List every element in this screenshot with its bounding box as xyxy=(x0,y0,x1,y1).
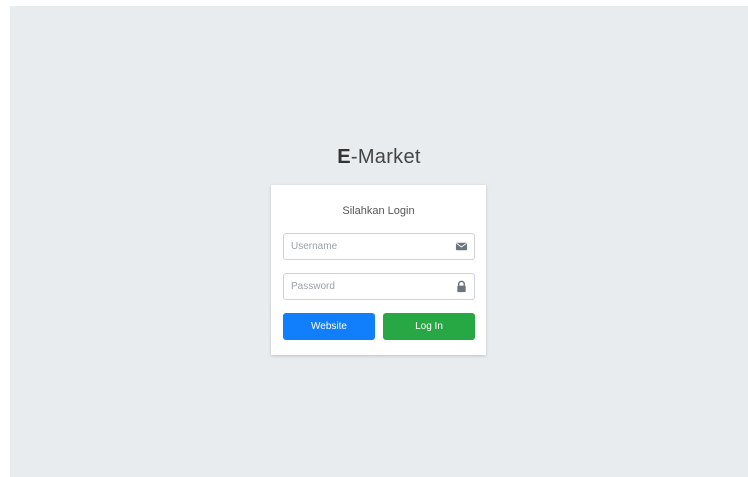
envelope-icon xyxy=(455,242,468,251)
app-logo[interactable]: E-Market xyxy=(10,146,748,169)
logo-prefix: E xyxy=(337,146,351,168)
password-field[interactable] xyxy=(283,273,475,300)
logo-suffix: -Market xyxy=(350,146,421,168)
login-card: Silahkan Login Website Log In xyxy=(271,185,486,355)
login-page: E-Market Silahkan Login Website Log In xyxy=(10,6,748,477)
username-input[interactable] xyxy=(284,234,451,259)
login-message: Silahkan Login xyxy=(342,205,415,217)
website-button[interactable]: Website xyxy=(283,313,375,340)
password-input[interactable] xyxy=(284,274,451,299)
username-field[interactable] xyxy=(283,233,475,260)
login-button[interactable]: Log In xyxy=(383,313,475,340)
lock-icon xyxy=(457,280,466,293)
